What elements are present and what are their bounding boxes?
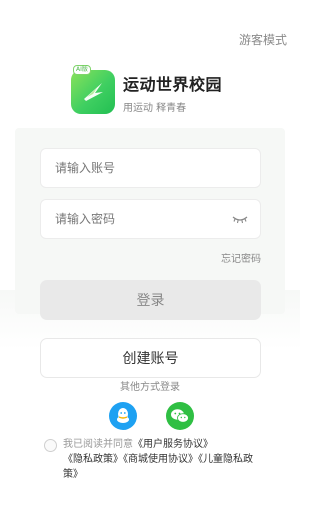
account-input[interactable] <box>53 160 248 176</box>
mall-agreement-link[interactable]: 《商城使用协议》 <box>123 454 198 465</box>
logo-mark-icon <box>71 70 115 114</box>
forgot-password-link[interactable]: 忘记密码 <box>221 250 261 265</box>
app-slogan: 用运动 释青春 <box>123 102 187 114</box>
other-login-label: 其他方式登录 <box>120 382 180 393</box>
agreement-checkbox[interactable] <box>44 439 57 452</box>
password-field[interactable] <box>40 199 261 239</box>
app-logo: AI版 <box>71 65 115 114</box>
agreement-text: 我已阅读并同意《用户服务协议》《隐私政策》《商城使用协议》《儿童隐私政策》 <box>63 437 264 482</box>
create-account-button[interactable]: 创建账号 <box>40 338 261 378</box>
logo-badge: AI版 <box>73 65 91 75</box>
login-button[interactable]: 登录 <box>40 280 261 320</box>
eye-closed-icon[interactable] <box>232 214 248 224</box>
account-field[interactable] <box>40 148 261 188</box>
user-service-agreement-link[interactable]: 《用户服务协议》 <box>133 439 213 450</box>
password-input[interactable] <box>53 211 232 227</box>
guest-mode-link[interactable]: 游客模式 <box>239 31 287 48</box>
brand-text: 运动世界校园 用运动 释青春 <box>123 71 222 114</box>
agreement-prefix: 我已阅读并同意 <box>63 439 133 450</box>
privacy-policy-link[interactable]: 《隐私政策》 <box>63 454 123 465</box>
qq-icon <box>117 408 129 423</box>
agreement-row: 我已阅读并同意《用户服务协议》《隐私政策》《商城使用协议》《儿童隐私政策》 <box>44 437 264 482</box>
wechat-login-button[interactable] <box>166 402 194 430</box>
qq-login-button[interactable] <box>109 402 137 430</box>
app-title: 运动世界校园 <box>123 74 223 94</box>
wechat-icon <box>171 409 189 423</box>
brand-header: AI版 运动世界校园 用运动 释青春 <box>71 65 222 114</box>
